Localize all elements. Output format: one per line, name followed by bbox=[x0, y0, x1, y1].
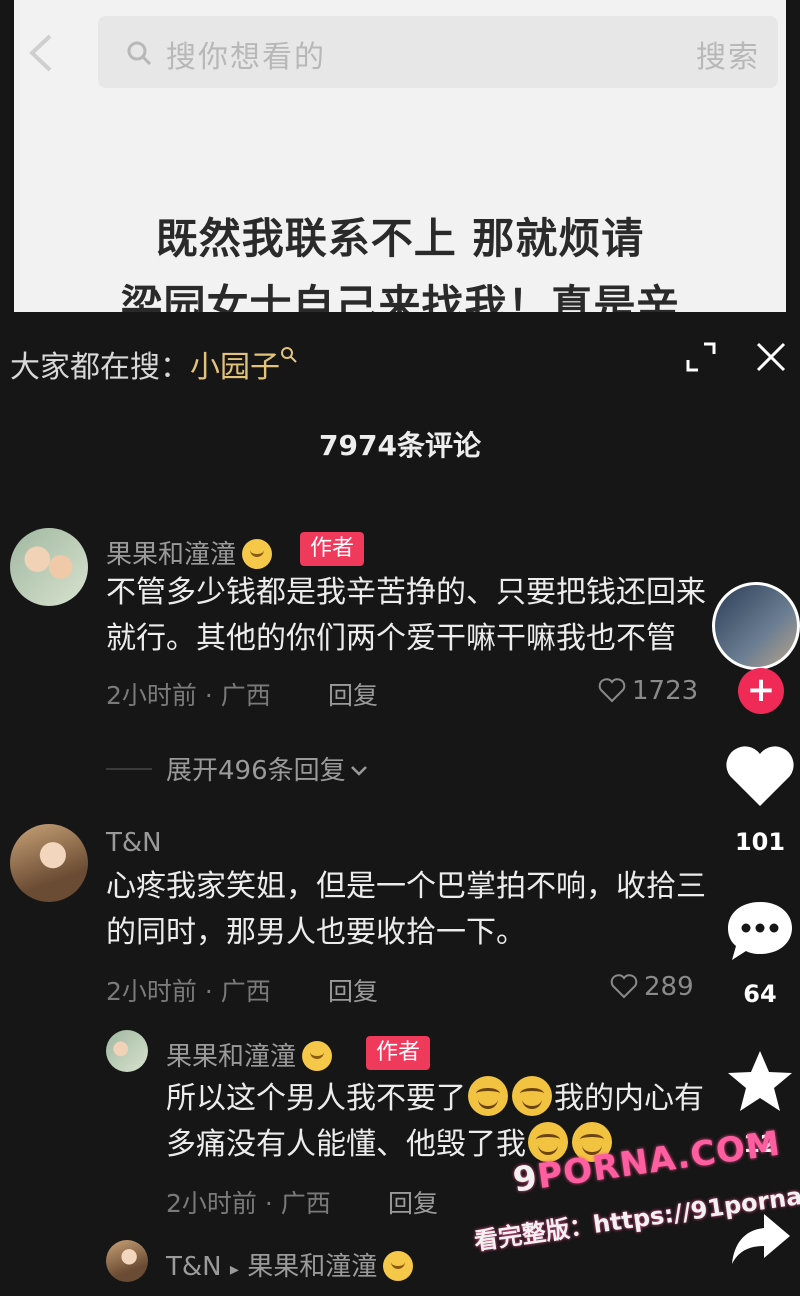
comment-count: 7974条评论 bbox=[319, 429, 481, 462]
search-placeholder: 搜你想看的 bbox=[166, 40, 326, 75]
grin-emoji-icon bbox=[468, 1076, 508, 1116]
video-caption-line1: 既然我联系不上 那就烦请 bbox=[155, 214, 645, 263]
search-button[interactable]: 搜索 bbox=[696, 32, 760, 76]
heart-outline-icon bbox=[598, 678, 626, 703]
follow-button[interactable]: + bbox=[738, 668, 784, 714]
smiley-icon bbox=[242, 539, 273, 569]
comment-username[interactable]: T&N ▸ 果果和潼潼 bbox=[166, 1246, 414, 1283]
expand-icon[interactable] bbox=[684, 340, 718, 374]
avatar[interactable] bbox=[106, 1030, 148, 1072]
comment-meta: 2小时前 · 广西 bbox=[106, 681, 271, 710]
comment-meta: 2小时前 · 广西 bbox=[166, 1189, 331, 1218]
like-count: 1723 bbox=[632, 676, 699, 706]
username-text: 果果和潼潼 bbox=[106, 540, 237, 570]
star-icon[interactable] bbox=[726, 1048, 794, 1114]
video-caption-line2: 梁园女士自己来找我！真是辛 bbox=[120, 281, 680, 312]
smiley-icon bbox=[302, 1041, 333, 1071]
expand-replies-label: 展开496条回复 bbox=[166, 756, 346, 786]
trending-keyword[interactable]: 小园子 bbox=[190, 350, 280, 385]
comment-meta: 2小时前 · 广西 bbox=[106, 977, 271, 1006]
creator-avatar[interactable] bbox=[712, 582, 800, 670]
trending-search[interactable]: 大家都在搜：小园子 bbox=[10, 342, 298, 386]
trending-prefix: 大家都在搜： bbox=[10, 350, 190, 385]
like-count: 101 bbox=[734, 828, 786, 856]
username-text: 果果和潼潼 bbox=[166, 1042, 297, 1072]
author-badge: 作者 bbox=[300, 532, 365, 566]
video-frame: 搜你想看的 搜索 既然我联系不上 那就烦请 梁园女士自己来找我！真是辛 bbox=[14, 0, 786, 312]
reply-button[interactable]: 回复 bbox=[328, 676, 378, 712]
reply-to-username: 果果和潼潼 bbox=[247, 1252, 378, 1282]
grin-emoji-icon bbox=[512, 1076, 552, 1116]
chevron-down-icon bbox=[350, 766, 367, 776]
comment-username[interactable]: 果果和潼潼 bbox=[166, 1036, 333, 1073]
comment-text-line: 就行。其他的你们两个爱干嘛干嘛我也不管 bbox=[106, 621, 676, 656]
back-button[interactable] bbox=[22, 30, 62, 76]
search-icon bbox=[127, 41, 152, 66]
comment-text-line: 所以这个男人我不要了 我的内心有 bbox=[166, 1076, 704, 1122]
chevron-left-icon bbox=[29, 34, 52, 72]
username-text: T&N bbox=[166, 1252, 222, 1282]
play-right-icon: ▸ bbox=[229, 1259, 239, 1280]
heart-outline-icon bbox=[610, 974, 638, 999]
author-badge: 作者 bbox=[366, 1036, 431, 1070]
like-count: 289 bbox=[644, 972, 694, 1002]
avatar[interactable] bbox=[10, 528, 88, 606]
comment-text-line: 心疼我家笑姐，但是一个巴掌拍不响，收拾三 bbox=[106, 869, 706, 904]
smiley-icon bbox=[383, 1251, 414, 1281]
heart-icon[interactable] bbox=[724, 744, 796, 810]
comment-text-line: 的同时，那男人也要收拾一下。 bbox=[106, 915, 526, 950]
video-area: 搜你想看的 搜索 既然我联系不上 那就烦请 梁园女士自己来找我！真是辛 bbox=[0, 0, 800, 312]
divider bbox=[106, 768, 152, 770]
like-button[interactable]: 1723 bbox=[598, 676, 698, 706]
reply-button[interactable]: 回复 bbox=[328, 972, 378, 1008]
comment-text-part: 所以这个男人我不要了 bbox=[166, 1081, 466, 1116]
comment-text-part: 我的内心有 bbox=[554, 1081, 704, 1116]
comment-bubble-icon[interactable] bbox=[724, 898, 796, 964]
comment-username[interactable]: T&N bbox=[106, 828, 162, 858]
avatar[interactable] bbox=[10, 824, 88, 902]
comment-text-part: 多痛没有人能懂、他毁了我 bbox=[166, 1127, 526, 1162]
search-icon bbox=[281, 347, 297, 363]
expand-replies-button[interactable]: 展开496条回复 bbox=[166, 750, 368, 787]
comments-panel: 大家都在搜：小园子 7974条评论 果果和潼潼 作者 不管多少钱都是我辛苦挣的、… bbox=[0, 312, 800, 1296]
reply-button[interactable]: 回复 bbox=[388, 1184, 438, 1220]
like-button[interactable]: 289 bbox=[610, 972, 694, 1002]
comment-username[interactable]: 果果和潼潼 bbox=[106, 534, 273, 571]
comment-count-rail: 64 bbox=[743, 980, 777, 1008]
close-icon[interactable] bbox=[752, 338, 790, 376]
avatar[interactable] bbox=[106, 1240, 148, 1282]
comment-text-line: 不管多少钱都是我辛苦挣的、只要把钱还回来 bbox=[106, 575, 706, 610]
